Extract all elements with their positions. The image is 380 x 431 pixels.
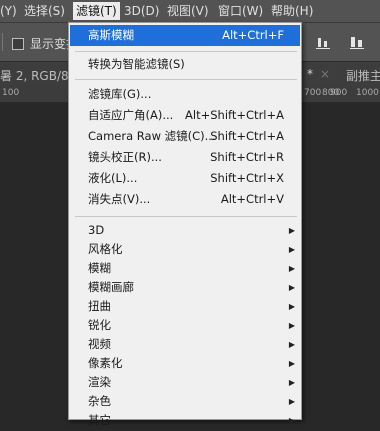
submenu-arrow-icon: ▶ <box>288 321 295 330</box>
submenu-render[interactable]: 渲染 ▶ <box>70 372 300 393</box>
menu-item-label: 像素化 <box>88 356 123 370</box>
menu-item-label: 高斯模糊 <box>88 28 134 42</box>
submenu-blur-gallery[interactable]: 模糊画廊 ▶ <box>70 277 300 298</box>
menu-item-last-filter[interactable]: 高斯模糊 Alt+Ctrl+F <box>70 25 300 46</box>
menu-view[interactable]: 视图(V) <box>167 3 209 19</box>
menu-item-liquify[interactable]: 液化(L)... Shift+Ctrl+X <box>70 168 300 189</box>
submenu-sharpen[interactable]: 锐化 ▶ <box>70 315 300 336</box>
menu-item-label: 转换为智能滤镜(S) <box>88 57 185 71</box>
ruler-label: 700 <box>304 88 322 98</box>
menu-filter[interactable]: 滤镜(T) <box>73 2 120 20</box>
menu-image[interactable]: (Y) <box>0 3 17 19</box>
submenu-stylize[interactable]: 风格化 ▶ <box>70 239 300 260</box>
menu-item-shortcut: Shift+Ctrl+X <box>210 171 284 185</box>
submenu-arrow-icon: ▶ <box>288 416 295 425</box>
submenu-3d[interactable]: 3D ▶ <box>70 220 300 241</box>
menu-separator <box>75 216 297 217</box>
menu-item-label: 模糊画廊 <box>88 280 134 294</box>
options-separator <box>2 33 3 51</box>
menu-help[interactable]: 帮助(H) <box>271 3 313 19</box>
distribute-bottom-icon[interactable] <box>350 35 364 49</box>
menu-item-shortcut: Alt+Ctrl+F <box>222 28 284 42</box>
menu-bar: (Y) 选择(S) 滤镜(T) 3D(D) 视图(V) 窗口(W) 帮助(H) <box>0 0 380 23</box>
menu-item-label: 扭曲 <box>88 299 111 313</box>
tab-close-icon[interactable]: × <box>320 67 330 81</box>
document-tab-right[interactable]: 副推主 <box>346 67 380 84</box>
filter-menu-dropdown: 高斯模糊 Alt+Ctrl+F 转换为智能滤镜(S) 滤镜库(G)... 自适应… <box>68 22 302 427</box>
submenu-noise[interactable]: 杂色 ▶ <box>70 391 300 412</box>
show-transform-checkbox[interactable] <box>12 37 24 50</box>
menu-item-label: 滤镜库(G)... <box>88 87 152 101</box>
submenu-arrow-icon: ▶ <box>288 264 295 273</box>
menu-separator <box>75 51 297 52</box>
menu-separator <box>75 79 297 80</box>
menu-item-label: 液化(L)... <box>88 171 138 185</box>
menu-item-label: 锐化 <box>88 318 111 332</box>
menu-item-label: 杂色 <box>88 394 111 408</box>
menu-select[interactable]: 选择(S) <box>24 3 65 19</box>
submenu-arrow-icon: ▶ <box>288 340 295 349</box>
menu-item-label: 镜头校正(R)... <box>88 150 162 164</box>
align-bottom-icon[interactable] <box>316 35 330 49</box>
menu-item-label: 视频 <box>88 337 111 351</box>
menu-item-filter-gallery[interactable]: 滤镜库(G)... <box>70 84 300 105</box>
menu-item-label: 模糊 <box>88 261 111 275</box>
menu-item-shortcut: Alt+Ctrl+V <box>220 192 284 206</box>
ruler-label: 100 <box>2 88 20 98</box>
menu-item-adaptive-wide-angle[interactable]: 自适应广角(A)... Alt+Shift+Ctrl+A <box>70 105 300 126</box>
menu-item-shortcut: Alt+Shift+Ctrl+A <box>185 108 284 122</box>
menu-item-label: 其它 <box>88 413 111 427</box>
submenu-pixelate[interactable]: 像素化 ▶ <box>70 353 300 374</box>
menu-item-label: 自适应广角(A)... <box>88 108 174 122</box>
submenu-blur[interactable]: 模糊 ▶ <box>70 258 300 279</box>
menu-item-label: 3D <box>88 223 105 237</box>
submenu-arrow-icon: ▶ <box>288 397 295 406</box>
menu-3d[interactable]: 3D(D) <box>124 3 159 19</box>
menu-window[interactable]: 窗口(W) <box>218 3 263 19</box>
menu-item-label: 消失点(V)... <box>88 192 151 206</box>
submenu-arrow-icon: ▶ <box>288 226 295 235</box>
menu-item-label: 风格化 <box>88 242 123 256</box>
document-tab-modified-marker: * <box>307 67 313 81</box>
menu-item-vanishing-point[interactable]: 消失点(V)... Alt+Ctrl+V <box>70 189 300 210</box>
menu-item-shortcut: Shift+Ctrl+A <box>210 129 284 143</box>
ruler-label: 1000 <box>356 88 379 98</box>
submenu-other[interactable]: 其它 ▶ <box>70 410 300 431</box>
menu-item-label: Camera Raw 滤镜(C)... <box>88 129 216 143</box>
submenu-arrow-icon: ▶ <box>288 302 295 311</box>
menu-item-label: 渲染 <box>88 375 111 389</box>
submenu-arrow-icon: ▶ <box>288 245 295 254</box>
submenu-arrow-icon: ▶ <box>288 359 295 368</box>
menu-item-convert-smart-filter[interactable]: 转换为智能滤镜(S) <box>70 54 300 75</box>
ruler-label: 900 <box>330 88 348 98</box>
submenu-arrow-icon: ▶ <box>288 378 295 387</box>
submenu-video[interactable]: 视频 ▶ <box>70 334 300 355</box>
submenu-distort[interactable]: 扭曲 ▶ <box>70 296 300 317</box>
menu-item-camera-raw[interactable]: Camera Raw 滤镜(C)... Shift+Ctrl+A <box>70 126 300 147</box>
menu-item-shortcut: Shift+Ctrl+R <box>210 150 284 164</box>
submenu-arrow-icon: ▶ <box>288 283 295 292</box>
menu-item-lens-correction[interactable]: 镜头校正(R)... Shift+Ctrl+R <box>70 147 300 168</box>
